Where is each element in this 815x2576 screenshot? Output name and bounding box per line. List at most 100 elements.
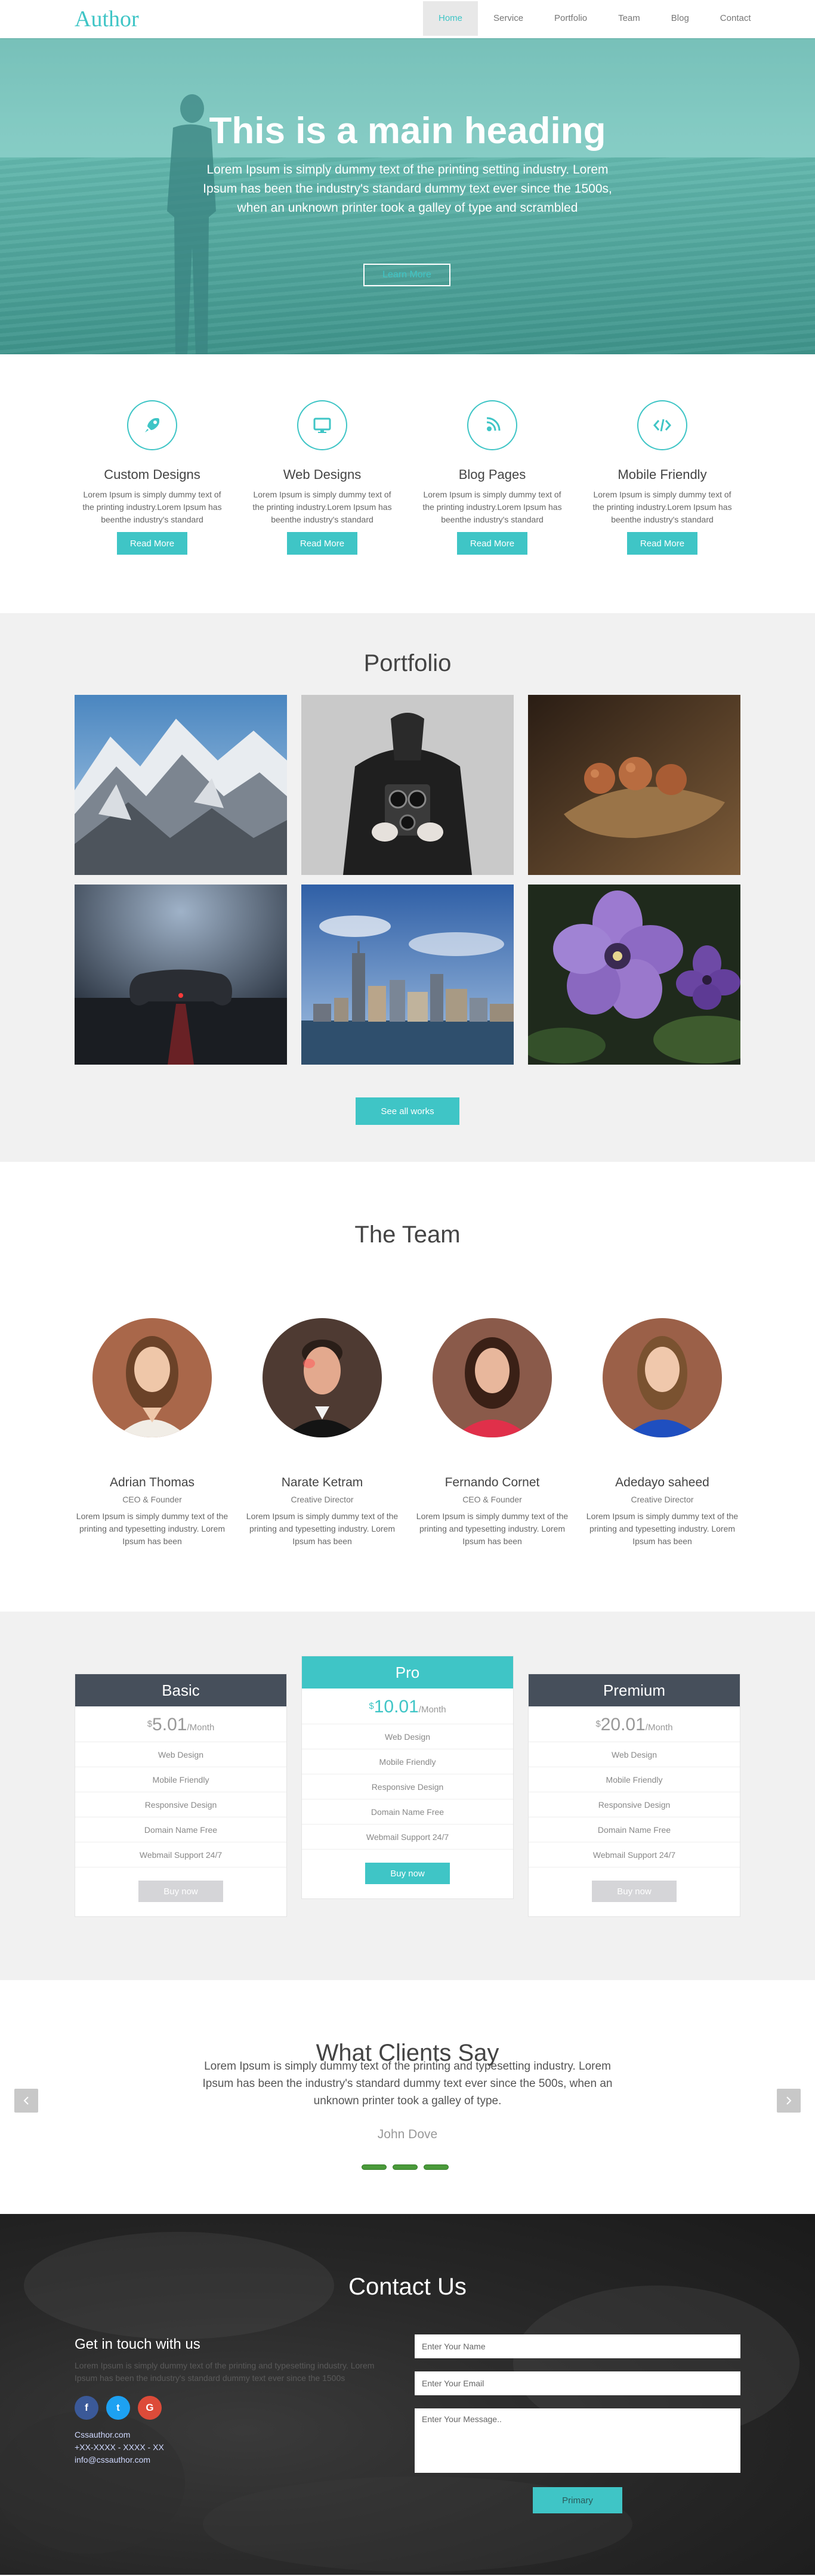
contact-info: Cssauthor.com +XX-XXXX - XXXX - XX info@… bbox=[75, 2429, 164, 2466]
plan-feature: Mobile Friendly bbox=[302, 1749, 513, 1774]
pricing-plan-premium: Premium $20.01/Month Web Design Mobile F… bbox=[528, 1674, 740, 1917]
navbar: Author Home Service Portfolio Team Blog … bbox=[0, 0, 815, 38]
learn-more-button[interactable]: Learn More bbox=[363, 264, 450, 286]
chevron-right-icon bbox=[786, 2096, 792, 2105]
member-role: Creative Director bbox=[291, 1495, 354, 1504]
monitor-icon bbox=[313, 418, 331, 433]
pricing-plan-basic: Basic $5.01/Month Web Design Mobile Frie… bbox=[75, 1674, 287, 1917]
rocket-icon bbox=[145, 418, 159, 432]
feature-text: Lorem Ipsum is simply dummy text of the … bbox=[82, 490, 222, 524]
portfolio-grid bbox=[75, 695, 740, 1065]
plan-feature: Mobile Friendly bbox=[529, 1767, 740, 1792]
member-name: Narate Ketram bbox=[281, 1476, 363, 1489]
portfolio-item-city[interactable] bbox=[301, 885, 514, 1065]
plan-price: $10.01/Month bbox=[302, 1689, 513, 1724]
avatar bbox=[263, 1318, 382, 1437]
plan-feature: Web Design bbox=[529, 1742, 740, 1767]
member-role: CEO & Founder bbox=[462, 1495, 522, 1504]
team-title: The Team bbox=[354, 1221, 461, 1248]
feature-mobile-friendly: Mobile Friendly Lorem Ipsum is simply du… bbox=[582, 400, 743, 555]
contact-website[interactable]: Cssauthor.com bbox=[75, 2429, 164, 2441]
portfolio-item-camera[interactable] bbox=[301, 695, 514, 875]
feature-title: Blog Pages bbox=[458, 467, 526, 482]
plan-feature: Mobile Friendly bbox=[75, 1767, 286, 1792]
see-all-works-button[interactable]: See all works bbox=[356, 1097, 459, 1125]
feature-title: Custom Designs bbox=[104, 467, 200, 482]
feature-title: Web Designs bbox=[283, 467, 362, 482]
carousel-dot[interactable] bbox=[424, 2164, 449, 2170]
plan-name: Basic bbox=[75, 1674, 286, 1706]
plan-name: Pro bbox=[302, 1656, 513, 1689]
read-more-button[interactable]: Read More bbox=[627, 532, 697, 555]
nav-contact[interactable]: Contact bbox=[705, 1, 767, 36]
nav-home[interactable]: Home bbox=[423, 1, 478, 36]
plan-features: Web Design Mobile Friendly Responsive De… bbox=[529, 1742, 740, 1867]
portfolio-item-nuts[interactable] bbox=[528, 695, 740, 875]
code-icon bbox=[653, 419, 671, 432]
testimonials-section: What Clients Say Lorem Ipsum is simply d… bbox=[0, 1980, 815, 2214]
contact-title: Contact Us bbox=[348, 2274, 467, 2300]
email-input[interactable] bbox=[415, 2371, 740, 2395]
buy-now-button[interactable]: Buy now bbox=[592, 1881, 677, 1902]
member-bio: Lorem Ipsum is simply dummy text of the … bbox=[246, 1511, 399, 1546]
read-more-button[interactable]: Read More bbox=[457, 532, 527, 555]
avatar bbox=[433, 1318, 552, 1437]
portfolio-section: Portfolio See all works bbox=[0, 613, 815, 1162]
submit-button[interactable]: Primary bbox=[533, 2487, 622, 2513]
read-more-button[interactable]: Read More bbox=[117, 532, 187, 555]
twitter-icon[interactable]: t bbox=[106, 2396, 130, 2420]
plan-features: Web Design Mobile Friendly Responsive De… bbox=[75, 1742, 286, 1867]
team-member: Fernando Cornet CEO & Founder Lorem Ipsu… bbox=[412, 1318, 573, 1548]
plan-feature: Responsive Design bbox=[75, 1792, 286, 1817]
message-textarea[interactable] bbox=[415, 2408, 740, 2473]
plan-feature: Webmail Support 24/7 bbox=[75, 1842, 286, 1867]
plan-feature: Domain Name Free bbox=[529, 1817, 740, 1842]
plan-feature: Domain Name Free bbox=[75, 1817, 286, 1842]
plan-feature: Webmail Support 24/7 bbox=[529, 1842, 740, 1867]
member-name: Fernando Cornet bbox=[444, 1476, 540, 1489]
portfolio-item-flowers[interactable] bbox=[528, 885, 740, 1065]
google-plus-icon[interactable]: G bbox=[138, 2396, 162, 2420]
plan-feature: Domain Name Free bbox=[302, 1799, 513, 1824]
plan-feature: Webmail Support 24/7 bbox=[302, 1824, 513, 1850]
portfolio-item-gamepad[interactable] bbox=[75, 885, 287, 1065]
prev-arrow-button[interactable] bbox=[14, 2089, 38, 2113]
read-more-button[interactable]: Read More bbox=[287, 532, 357, 555]
carousel-dot[interactable] bbox=[393, 2164, 418, 2170]
hero-heading: This is a main heading bbox=[209, 110, 606, 151]
carousel-dot[interactable] bbox=[362, 2164, 387, 2170]
logo[interactable]: Author bbox=[75, 6, 139, 32]
next-arrow-button[interactable] bbox=[777, 2089, 801, 2113]
plan-price: $20.01/Month bbox=[529, 1706, 740, 1742]
nav-menu: Home Service Portfolio Team Blog Contact bbox=[423, 1, 767, 36]
services-section: Custom Designs Lorem Ipsum is simply dum… bbox=[0, 354, 815, 613]
facebook-icon[interactable]: f bbox=[75, 2396, 98, 2420]
plan-feature: Web Design bbox=[75, 1742, 286, 1767]
plan-features: Web Design Mobile Friendly Responsive De… bbox=[302, 1724, 513, 1850]
hero-section: This is a main heading Lorem Ipsum is si… bbox=[0, 38, 815, 354]
contact-text: Lorem Ipsum is simply dummy text of the … bbox=[75, 2361, 375, 2383]
nav-service[interactable]: Service bbox=[478, 1, 539, 36]
nav-team[interactable]: Team bbox=[603, 1, 656, 36]
feature-web-designs: Web Designs Lorem Ipsum is simply dummy … bbox=[242, 400, 403, 555]
plan-feature: Responsive Design bbox=[529, 1792, 740, 1817]
feature-icon-circle bbox=[467, 400, 517, 450]
feature-icon-circle bbox=[127, 400, 177, 450]
team-section: The Team Adrian Thomas CEO & Founder Lor… bbox=[0, 1162, 815, 1612]
nav-portfolio[interactable]: Portfolio bbox=[539, 1, 603, 36]
member-bio: Lorem Ipsum is simply dummy text of the … bbox=[416, 1511, 569, 1546]
member-role: Creative Director bbox=[631, 1495, 694, 1504]
testimonial-quote: Lorem Ipsum is simply dummy text of the … bbox=[202, 2060, 613, 2107]
feature-text: Lorem Ipsum is simply dummy text of the … bbox=[252, 490, 392, 524]
buy-now-button[interactable]: Buy now bbox=[365, 1863, 450, 1884]
contact-email[interactable]: info@cssauthor.com bbox=[75, 2454, 164, 2466]
name-input[interactable] bbox=[415, 2334, 740, 2358]
hero-text: Lorem Ipsum is simply dummy text of the … bbox=[203, 163, 612, 215]
member-role: CEO & Founder bbox=[122, 1495, 182, 1504]
portfolio-item-mountains[interactable] bbox=[75, 695, 287, 875]
member-bio: Lorem Ipsum is simply dummy text of the … bbox=[76, 1511, 229, 1546]
feature-text: Lorem Ipsum is simply dummy text of the … bbox=[592, 490, 732, 524]
buy-now-button[interactable]: Buy now bbox=[138, 1881, 223, 1902]
nav-blog[interactable]: Blog bbox=[656, 1, 705, 36]
carousel-indicators bbox=[362, 2164, 449, 2170]
